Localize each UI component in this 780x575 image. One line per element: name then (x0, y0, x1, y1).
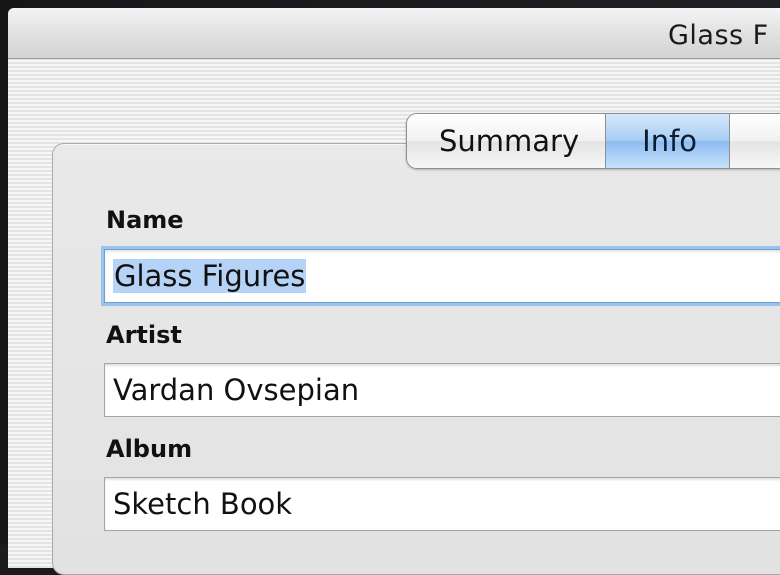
tab-bar: Summary Info (406, 113, 780, 169)
album-label: Album (106, 435, 193, 463)
album-value: Sketch Book (113, 487, 293, 521)
tab-summary[interactable]: Summary (407, 114, 607, 168)
album-field[interactable]: Sketch Book (104, 477, 780, 531)
artist-label: Artist (106, 321, 182, 349)
name-field[interactable]: Glass Figures (104, 249, 780, 303)
name-label: Name (106, 206, 184, 234)
tab-next[interactable] (730, 114, 780, 168)
name-value: Glass Figures (113, 259, 307, 293)
artist-field[interactable]: Vardan Ovsepian (104, 363, 780, 417)
tab-info[interactable]: Info (606, 114, 731, 168)
title-bar[interactable]: Glass F (8, 8, 780, 59)
artist-value: Vardan Ovsepian (113, 373, 360, 407)
window-title: Glass F (668, 20, 769, 51)
